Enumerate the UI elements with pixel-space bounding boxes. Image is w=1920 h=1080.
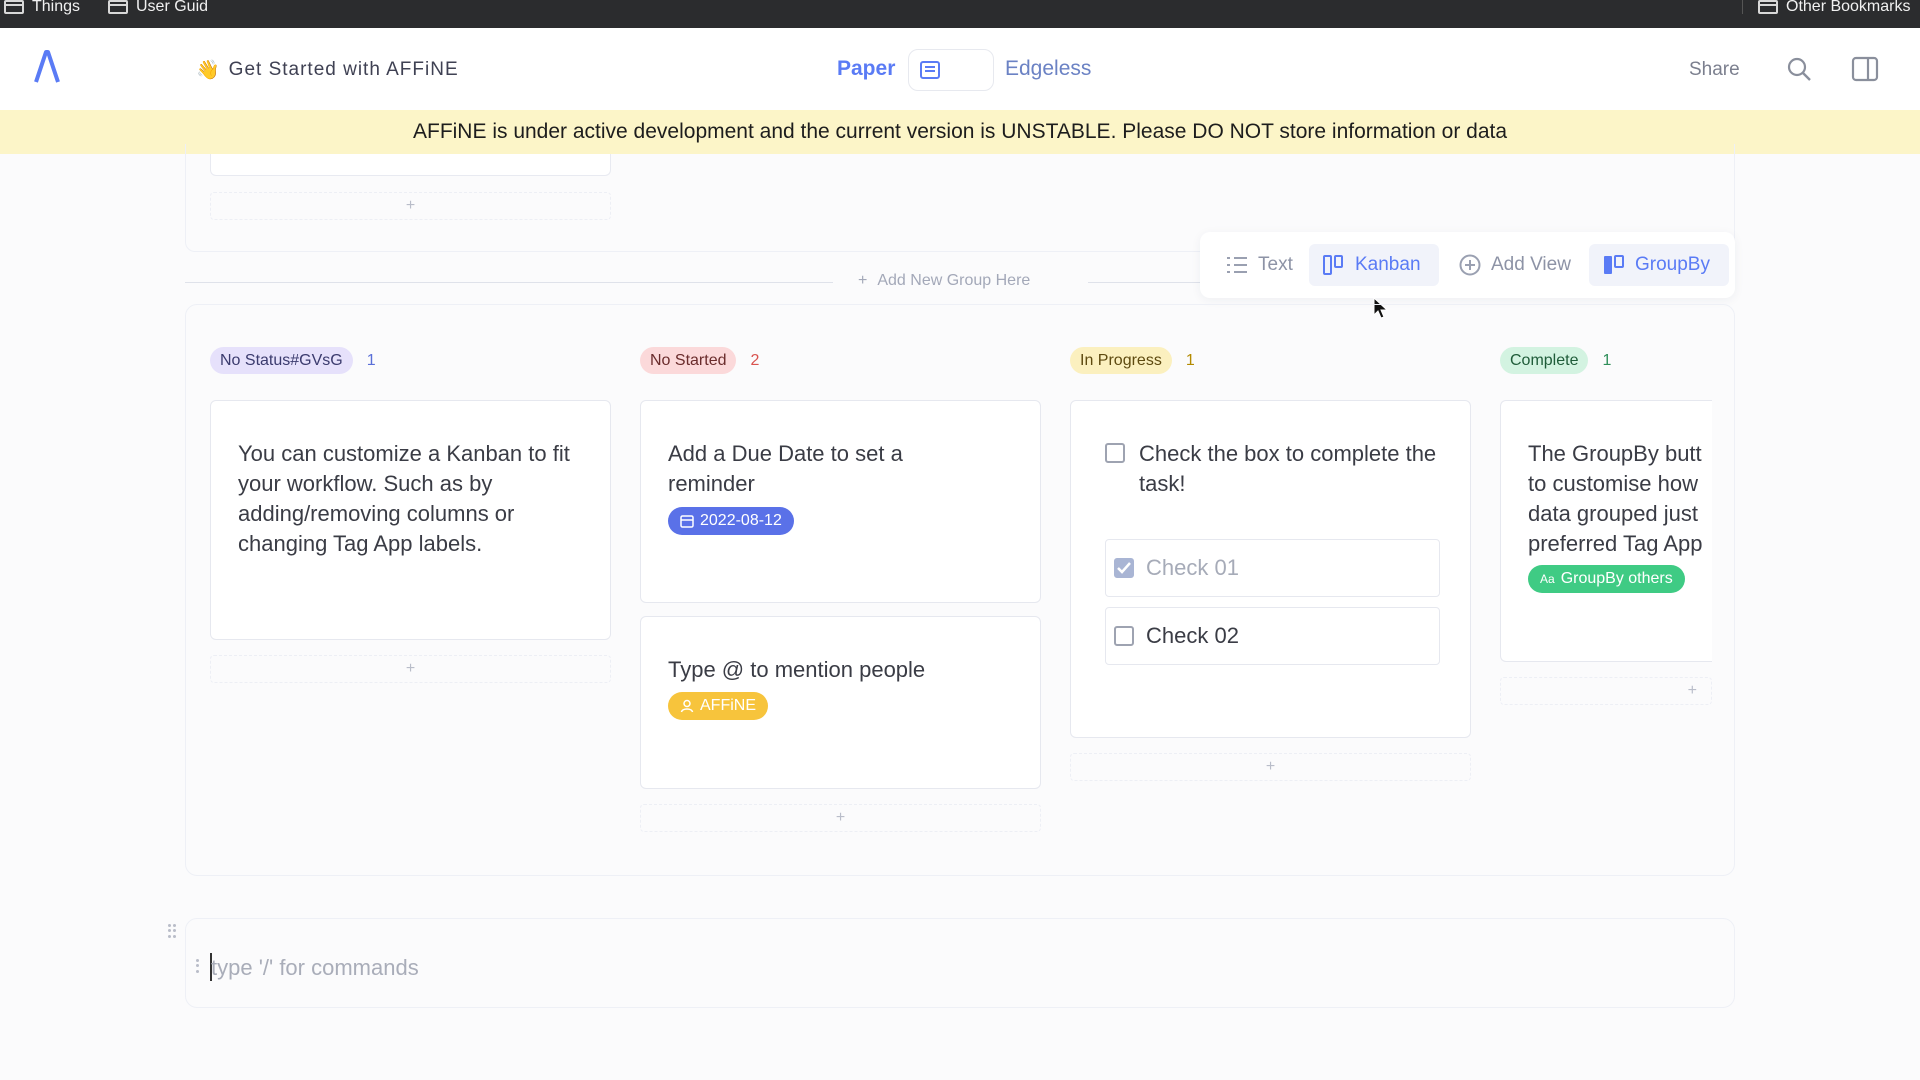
page-mode-icon — [914, 55, 946, 85]
affine-logo-icon[interactable] — [34, 50, 60, 84]
kanban-card[interactable]: Check the box to complete the task! Chec… — [1070, 400, 1471, 738]
task-checkbox[interactable] — [1105, 443, 1125, 463]
column-header-no-started[interactable]: No Started 2 — [640, 347, 759, 374]
plus-icon: + — [858, 272, 868, 289]
card-count: 1 — [1185, 351, 1195, 369]
kanban-view-button[interactable]: Kanban — [1309, 244, 1439, 286]
check-item[interactable]: Check 02 — [1105, 607, 1440, 665]
date-tag[interactable]: 2022-08-12 — [668, 507, 794, 535]
waving-hand-emoji: 👋 — [196, 60, 221, 81]
previous-card[interactable] — [210, 154, 611, 176]
user-icon — [680, 699, 694, 713]
card-count: 2 — [750, 351, 760, 369]
groupby-tag[interactable]: Aa GroupBy others — [1528, 565, 1685, 593]
doc-title-text: Get Started with AFFiNE — [228, 59, 459, 80]
status-badge: No Started — [640, 347, 737, 374]
card-text: Type @ to mention people — [668, 657, 926, 682]
kanban-icon — [1323, 255, 1343, 275]
kanban-card[interactable]: Type @ to mention people AFFiNE — [640, 616, 1041, 789]
text-view-button[interactable]: Text — [1212, 244, 1307, 286]
status-badge: In Progress — [1070, 347, 1172, 374]
add-card-button[interactable]: + — [210, 192, 611, 220]
folder-icon — [1758, 0, 1778, 14]
groupby-icon — [1604, 255, 1624, 274]
group-separator-line — [185, 282, 833, 283]
search-icon[interactable] — [1785, 55, 1813, 83]
list-icon — [1227, 257, 1247, 273]
bookmark-things[interactable]: Things — [4, 0, 80, 15]
checkmark-icon — [1117, 562, 1131, 574]
card-count: 1 — [1602, 351, 1612, 369]
add-view-button[interactable]: Add View — [1445, 244, 1585, 286]
view-toolbar: Text Kanban Add View GroupBy — [1200, 232, 1735, 298]
checkbox-unchecked[interactable] — [1114, 626, 1134, 646]
edgeless-mode-button[interactable]: Edgeless — [1005, 57, 1091, 81]
checkbox-checked[interactable] — [1114, 558, 1134, 578]
add-card-button[interactable]: + — [1500, 677, 1712, 705]
kanban-card[interactable]: You can customize a Kanban to fit your w… — [210, 400, 611, 640]
group-separator-line — [1088, 282, 1200, 283]
folder-icon — [4, 0, 24, 14]
line-drag-handle-icon[interactable] — [196, 959, 204, 973]
command-placeholder[interactable]: type '/' for commands — [211, 955, 419, 981]
folder-icon — [108, 0, 128, 14]
bookmarks-bar: Things User Guid Other Bookmarks — [0, 0, 1920, 28]
block-drag-handle-icon[interactable] — [168, 924, 176, 938]
bookmark-user-guide[interactable]: User Guid — [108, 0, 208, 15]
card-count: 1 — [366, 351, 376, 369]
column-header-no-status[interactable]: No Status#GVsG 1 — [210, 347, 376, 374]
groupby-button[interactable]: GroupBy — [1589, 244, 1729, 286]
card-text: You can customize a Kanban to fit your w… — [238, 441, 570, 556]
add-new-group-button[interactable]: + Add New Group Here — [858, 272, 1030, 290]
editor-content: + + Add New Group Here Text Kanban Add V… — [0, 144, 1920, 1080]
paper-mode-button[interactable]: Paper — [837, 57, 895, 81]
kanban-card[interactable]: Add a Due Date to set a reminder 2022-08… — [640, 400, 1041, 603]
app-header: 👋 Get Started with AFFiNE Paper Edgeless… — [0, 28, 1920, 110]
add-card-button[interactable]: + — [210, 655, 611, 683]
add-circle-icon — [1459, 254, 1481, 276]
text-block[interactable]: type '/' for commands — [185, 918, 1735, 1008]
add-card-button[interactable]: + — [1070, 753, 1471, 781]
card-text: Add a Due Date to set a reminder — [668, 441, 903, 496]
status-badge: No Status#GVsG — [210, 347, 353, 374]
kanban-card[interactable]: The GroupBy butt to customise how data g… — [1500, 400, 1712, 662]
add-card-button[interactable]: + — [640, 804, 1041, 832]
check-item[interactable]: Check 01 — [1105, 539, 1440, 597]
share-button[interactable]: Share — [1689, 59, 1740, 81]
column-header-complete[interactable]: Complete 1 — [1500, 347, 1611, 374]
calendar-icon — [680, 515, 694, 528]
column-header-in-progress[interactable]: In Progress 1 — [1070, 347, 1195, 374]
text-type-icon: Aa — [1540, 572, 1555, 586]
mention-tag[interactable]: AFFiNE — [668, 692, 768, 720]
sidebar-toggle-icon[interactable] — [1851, 55, 1879, 83]
bookmarks-divider — [1742, 0, 1743, 14]
status-badge: Complete — [1500, 347, 1589, 374]
card-text: Check the box to complete the task! — [1139, 441, 1437, 496]
card-text: The GroupBy butt to customise how data g… — [1528, 441, 1703, 556]
mode-switch-toggle[interactable] — [908, 49, 994, 91]
doc-title[interactable]: 👋 Get Started with AFFiNE — [196, 58, 459, 82]
bookmark-other[interactable]: Other Bookmarks — [1758, 0, 1910, 15]
